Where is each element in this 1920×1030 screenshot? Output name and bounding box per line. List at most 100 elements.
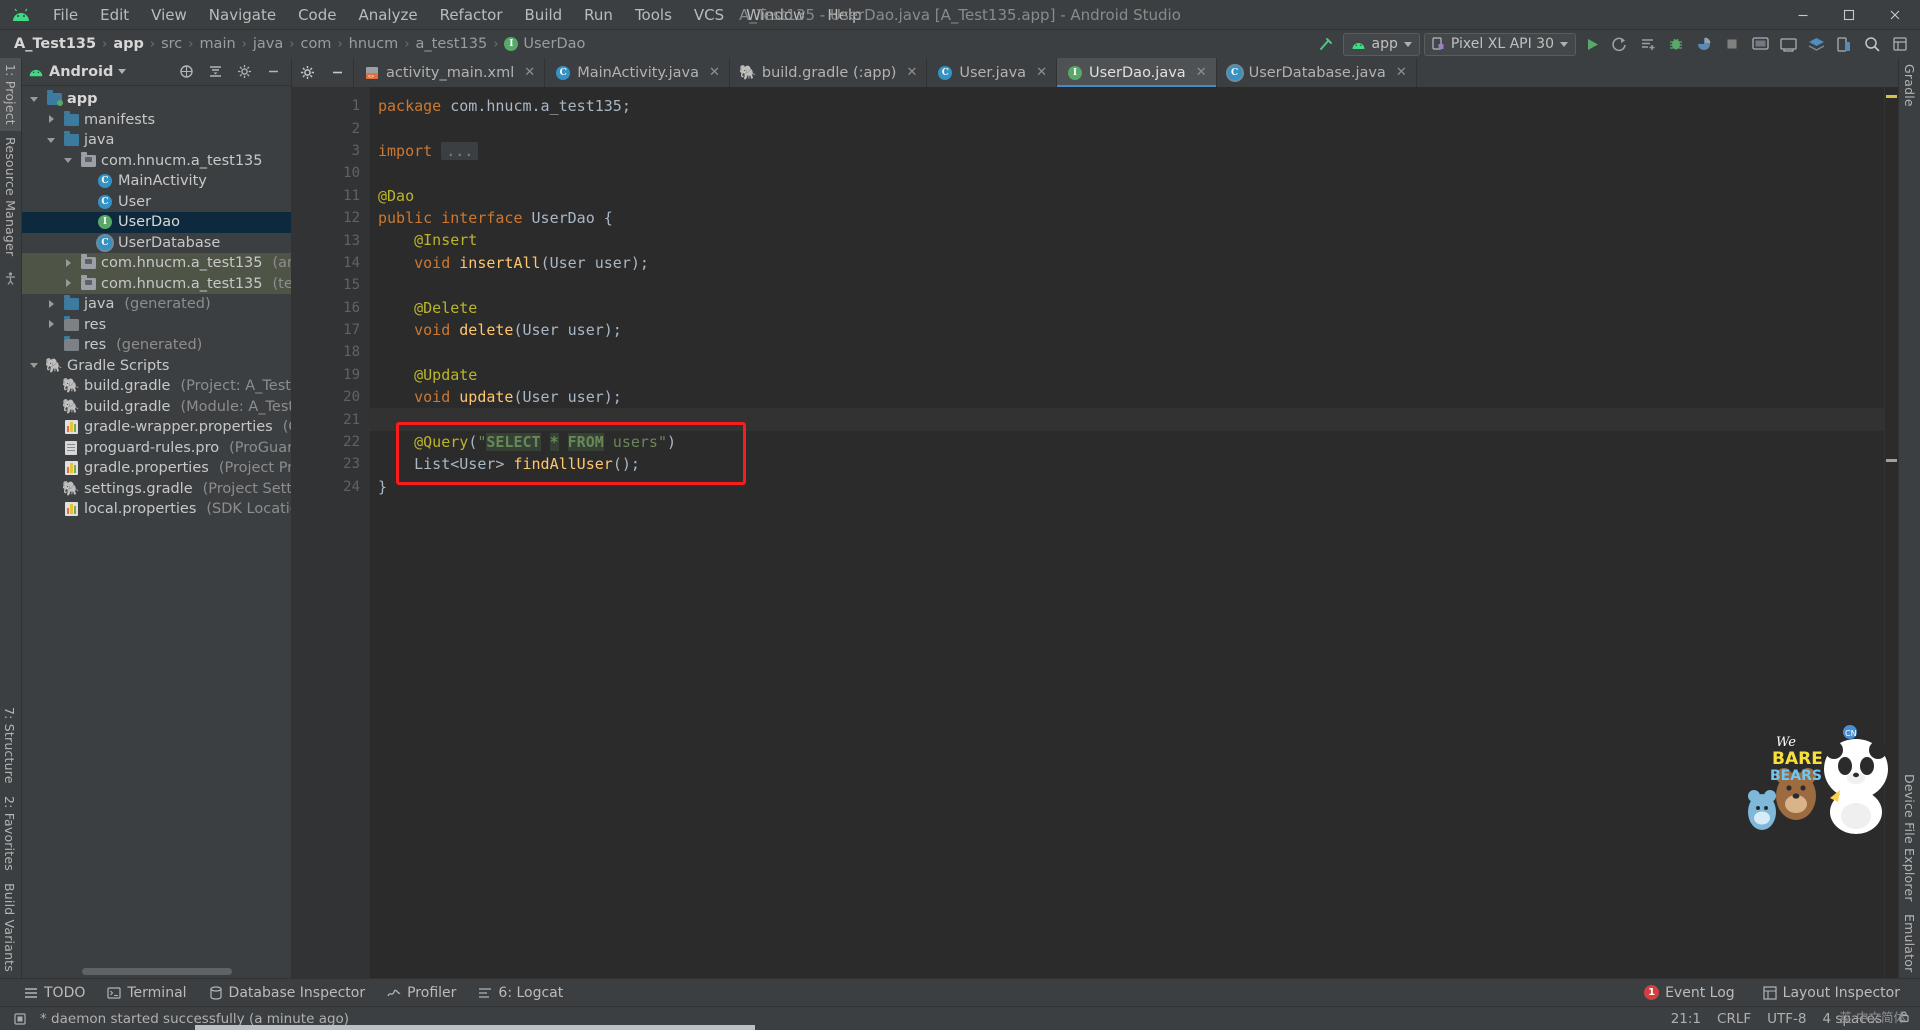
run-configuration-selector[interactable]: app	[1342, 32, 1420, 56]
tree-node-res[interactable]: res	[22, 315, 291, 336]
expand-arrow-icon[interactable]	[47, 135, 58, 146]
marker-warning[interactable]	[1886, 95, 1897, 98]
apply-changes-button[interactable]	[1608, 32, 1632, 56]
menu-edit[interactable]: Edit	[89, 3, 140, 27]
status-memory-icon[interactable]	[8, 1007, 32, 1030]
project-view-selector[interactable]: Android	[28, 64, 127, 80]
tree-node-build-gradle[interactable]: 🐘build.gradle (Project: A_Test135)	[22, 376, 291, 397]
rail-item-build-variants[interactable]: Build Variants	[0, 877, 19, 978]
editor-tab-user-java[interactable]: C User.java ✕	[927, 58, 1057, 87]
gutter-line[interactable]: 1	[292, 95, 370, 117]
tab-close-icon[interactable]: ✕	[709, 65, 720, 80]
breadcrumb-item-project[interactable]: A_Test135	[10, 34, 100, 54]
status-line-separator[interactable]: CRLF	[1717, 1011, 1751, 1027]
collapse-all-icon[interactable]	[203, 60, 227, 84]
expand-arrow-icon[interactable]	[64, 258, 75, 269]
debug-button[interactable]	[1664, 32, 1688, 56]
code-line-19[interactable]: @Update	[370, 364, 1884, 386]
code-line-13[interactable]: @Insert	[370, 229, 1884, 251]
breadcrumb-item-hnucm[interactable]: hnucm	[345, 34, 403, 54]
gutter-line[interactable]: 12I↓	[292, 207, 392, 229]
marker-change[interactable]	[1886, 459, 1897, 462]
sdk-manager-icon[interactable]	[1776, 32, 1800, 56]
editor-tabs[interactable]: <> activity_main.xml ✕ C MainActivity.java ✕ 🐘…	[354, 58, 1417, 87]
code-line-20[interactable]: void update(User user);	[370, 386, 1884, 408]
menu-navigate[interactable]: Navigate	[198, 3, 287, 27]
tab-close-icon[interactable]: ✕	[1396, 65, 1407, 80]
menu-window[interactable]: Window	[735, 3, 816, 27]
code-line-10[interactable]	[370, 162, 1884, 184]
menu-help[interactable]: Help	[816, 3, 872, 27]
gutter-line[interactable]: 20I↓	[292, 386, 392, 408]
device-selector[interactable]: Pixel XL API 30	[1423, 32, 1576, 56]
editor-tab-userdao-java[interactable]: I UserDao.java ✕	[1056, 58, 1217, 87]
tree-node-app[interactable]: app	[22, 89, 291, 110]
maximize-button[interactable]	[1826, 0, 1872, 30]
code-line-11[interactable]: @Dao	[370, 185, 1884, 207]
status-caret-position[interactable]: 21:1	[1671, 1011, 1701, 1027]
breadcrumb-item-userdao[interactable]: I UserDao	[500, 34, 589, 54]
editor-tab-mainactivity-java[interactable]: C MainActivity.java ✕	[545, 58, 730, 87]
project-tree[interactable]: app manifests java com.hnucm.a_test135 C Main…	[22, 86, 291, 964]
tool-todo[interactable]: TODO	[14, 982, 95, 1004]
menu-tools[interactable]: Tools	[624, 3, 683, 27]
tree-node-gradle-wrapper-properties[interactable]: gradle-wrapper.properties (Gradle Version…	[22, 417, 291, 438]
status-encoding[interactable]: UTF-8	[1767, 1011, 1806, 1027]
tree-node-userdao[interactable]: I UserDao	[22, 212, 291, 233]
breadcrumb-item-src[interactable]: src	[157, 34, 186, 54]
expand-arrow-icon[interactable]	[47, 299, 58, 310]
code-line-15[interactable]	[370, 274, 1884, 296]
tool-layout-inspector[interactable]: Layout Inspector	[1753, 982, 1910, 1004]
menu-vcs[interactable]: VCS	[683, 3, 735, 27]
expand-arrow-icon[interactable]	[47, 114, 58, 125]
hide-panel-icon[interactable]	[261, 60, 285, 84]
code-line-14[interactable]: void insertAll(User user);	[370, 252, 1884, 274]
code-line-12[interactable]: public interface UserDao {	[370, 207, 1884, 229]
editor-settings-gear-icon[interactable]	[295, 61, 319, 85]
tree-node-build-gradle[interactable]: 🐘build.gradle (Module: A_Test135.app)	[22, 397, 291, 418]
editor-tab-activity-main-xml[interactable]: <> activity_main.xml ✕	[354, 58, 546, 87]
rail-item-project[interactable]: 1: Project	[0, 58, 21, 131]
code-line-1[interactable]: package com.hnucm.a_test135;	[370, 95, 1884, 117]
tree-node-local-properties[interactable]: local.properties (SDK Location)	[22, 499, 291, 520]
gutter-line[interactable]: 21	[292, 408, 370, 430]
tool-terminal[interactable]: Terminal	[97, 982, 196, 1004]
breadcrumb-item-a-test135[interactable]: a_test135	[412, 34, 492, 54]
avd-manager-icon[interactable]	[1748, 32, 1772, 56]
gutter-line[interactable]: 24	[292, 476, 370, 498]
tree-node-user[interactable]: C User	[22, 192, 291, 213]
code-line-24[interactable]: }	[370, 476, 1884, 498]
gutter-line[interactable]: 23	[292, 453, 370, 475]
build-hammer-icon[interactable]	[1315, 32, 1339, 56]
menu-refactor[interactable]: Refactor	[429, 3, 514, 27]
device-manager-icon[interactable]	[1832, 32, 1856, 56]
code-line-17[interactable]: void delete(User user);	[370, 319, 1884, 341]
minimize-button[interactable]	[1780, 0, 1826, 30]
tree-node-java[interactable]: java	[22, 130, 291, 151]
project-horizontal-scrollbar[interactable]	[22, 964, 291, 978]
tree-node-com-hnucm-a-test135[interactable]: com.hnucm.a_test135 (androidTest)	[22, 253, 291, 274]
rail-item-emulator[interactable]: Emulator	[1900, 908, 1919, 978]
gutter-line[interactable]: 14I↓	[292, 252, 392, 274]
expand-arrow-icon[interactable]	[64, 155, 75, 166]
tree-node-manifests[interactable]: manifests	[22, 110, 291, 131]
project-settings-gear-icon[interactable]	[232, 60, 256, 84]
rail-item-structure[interactable]: 7: Structure	[0, 701, 19, 790]
run-button[interactable]	[1580, 32, 1604, 56]
tool-profiler[interactable]: Profiler	[377, 982, 466, 1004]
code-line-23[interactable]: List<User> findAllUser();	[370, 453, 1884, 475]
breadcrumb-item-main[interactable]: main	[195, 34, 239, 54]
code-line-18[interactable]	[370, 341, 1884, 363]
editor-tab-userdatabase-java[interactable]: C UserDatabase.java ✕	[1217, 58, 1417, 87]
code-line-2[interactable]	[370, 117, 1884, 139]
tree-node-settings-gradle[interactable]: 🐘settings.gradle (Project Settings)	[22, 479, 291, 500]
menu-run[interactable]: Run	[573, 3, 624, 27]
breadcrumb-item-com[interactable]: com	[296, 34, 335, 54]
code-line-3[interactable]: import ...+	[370, 140, 1884, 162]
tree-node-com-hnucm-a-test135[interactable]: com.hnucm.a_test135	[22, 151, 291, 172]
tab-close-icon[interactable]: ✕	[1036, 65, 1047, 80]
editor-hide-icon[interactable]	[326, 61, 350, 85]
scrollbar-thumb[interactable]	[82, 968, 232, 975]
rail-item-favorites[interactable]: 2: Favorites	[0, 790, 19, 877]
apply-code-changes-button[interactable]	[1636, 32, 1660, 56]
